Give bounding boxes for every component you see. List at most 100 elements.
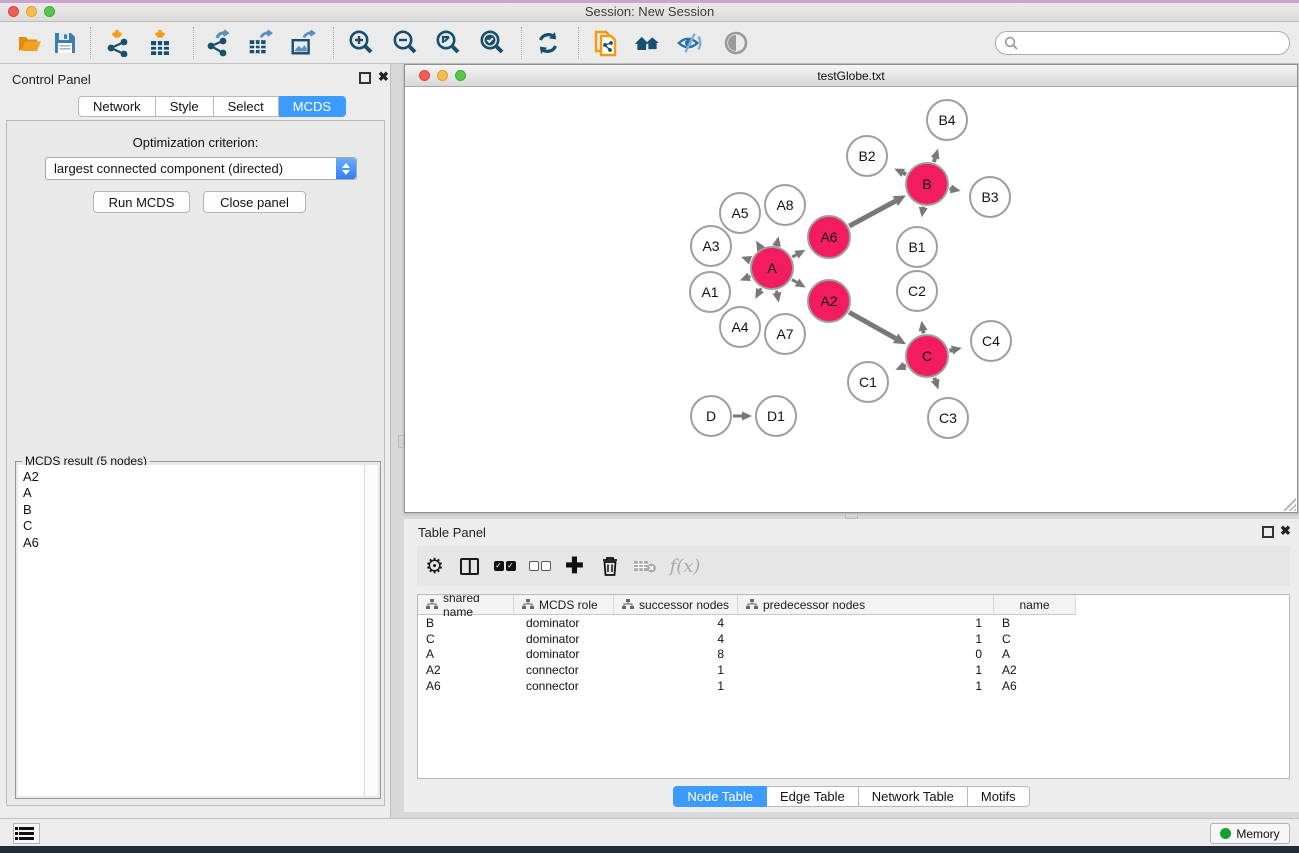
graph-node-A4[interactable]: A4 xyxy=(720,307,760,347)
float-panel-icon[interactable] xyxy=(359,72,371,84)
window-resize-grip[interactable] xyxy=(1283,498,1296,511)
column-header-MCDS-role[interactable]: MCDS role xyxy=(514,595,614,615)
save-session-icon[interactable] xyxy=(51,29,79,57)
home-icon[interactable] xyxy=(633,29,661,57)
tab-style[interactable]: Style xyxy=(156,96,214,117)
export-table-icon[interactable] xyxy=(246,29,274,57)
graph-node-C1[interactable]: C1 xyxy=(848,362,888,402)
edge-A6-B[interactable] xyxy=(849,201,895,226)
graph-node-C[interactable]: C xyxy=(906,335,948,377)
column-header-label: predecessor nodes xyxy=(763,598,865,612)
edge-B-B4[interactable] xyxy=(934,158,935,162)
graph-node-A6[interactable]: A6 xyxy=(808,216,850,258)
graph-node-B2[interactable]: B2 xyxy=(847,136,887,176)
zoom-selected-icon[interactable] xyxy=(478,29,506,57)
import-table-icon[interactable] xyxy=(146,29,174,57)
table-float-panel-icon[interactable] xyxy=(1262,526,1274,538)
graph-node-C2[interactable]: C2 xyxy=(897,271,937,311)
column-header-predecessor-nodes[interactable]: predecessor nodes xyxy=(738,595,994,615)
export-network-icon[interactable] xyxy=(204,29,232,57)
graph-node-A[interactable]: A xyxy=(751,247,793,289)
edge-C-C3[interactable] xyxy=(934,378,935,380)
task-history-list-icon[interactable] xyxy=(13,823,40,844)
mcds-result-scrollbar[interactable] xyxy=(364,465,378,796)
table-row[interactable]: Bdominator41B xyxy=(418,615,1289,631)
search-input[interactable] xyxy=(1018,34,1289,52)
graph-node-A8[interactable]: A8 xyxy=(765,185,805,225)
column-header-name[interactable]: name xyxy=(994,595,1076,615)
network-canvas[interactable]: B4 B2 B B3 A5 A8A6 A3 A B1 A1 C2 A2 A4A7 C4 C C1 C3 D D1 xyxy=(405,87,1297,512)
zoom-in-icon[interactable] xyxy=(347,29,375,57)
graph-node-C4[interactable]: C4 xyxy=(971,321,1011,361)
graph-node-A3[interactable]: A3 xyxy=(691,226,731,266)
column-settings-gear-icon[interactable]: ⚙ xyxy=(417,549,452,583)
edge-A-A2[interactable] xyxy=(792,280,797,283)
optimization-criterion-dropdown[interactable]: largest connected component (directed) xyxy=(45,157,357,180)
close-panel-button[interactable]: Close panel xyxy=(203,191,306,213)
table-row[interactable]: Adominator80A xyxy=(418,647,1289,663)
tab-mcds[interactable]: MCDS xyxy=(279,96,346,117)
graph-node-B[interactable]: B xyxy=(906,163,948,205)
graph-node-B4[interactable]: B4 xyxy=(927,100,967,140)
new-network-from-selection-icon[interactable] xyxy=(592,29,620,57)
mcds-result-item[interactable]: A2 xyxy=(23,469,364,485)
graph-node-B1[interactable]: B1 xyxy=(897,227,937,267)
network-window-titlebar[interactable]: testGlobe.txt xyxy=(405,65,1297,87)
memory-button[interactable]: Memory xyxy=(1210,823,1290,844)
show-columns-icon[interactable] xyxy=(452,549,487,583)
graph-node-D1[interactable]: D1 xyxy=(756,396,796,436)
graph-node-C3[interactable]: C3 xyxy=(928,398,968,438)
table-cell: 1 xyxy=(738,616,994,630)
delete-column-trash-icon[interactable] xyxy=(592,549,627,583)
graph-node-A1[interactable]: A1 xyxy=(690,272,730,312)
export-image-icon[interactable] xyxy=(289,29,317,57)
refresh-icon[interactable] xyxy=(534,29,562,57)
mcds-result-item[interactable]: A6 xyxy=(23,535,364,551)
edge-A-A6[interactable] xyxy=(792,255,796,257)
tab-network-table[interactable]: Network Table xyxy=(859,786,968,807)
edge-A2-C[interactable] xyxy=(849,312,896,338)
open-session-icon[interactable] xyxy=(16,29,44,57)
edge-C-C4[interactable] xyxy=(949,350,952,351)
delete-table-icon[interactable] xyxy=(627,549,662,583)
tab-network[interactable]: Network xyxy=(78,96,156,117)
graph-node-A7[interactable]: A7 xyxy=(765,314,805,354)
edge-A-A1[interactable] xyxy=(749,276,750,277)
function-builder-icon[interactable]: f(x) xyxy=(662,549,708,583)
import-network-icon[interactable] xyxy=(104,29,132,57)
column-header-successor-nodes[interactable]: successor nodes xyxy=(614,595,738,615)
tab-motifs[interactable]: Motifs xyxy=(968,786,1030,807)
zoom-fit-icon[interactable] xyxy=(434,29,462,57)
edge-B-B2[interactable] xyxy=(903,173,906,174)
close-panel-icon[interactable]: ✖ xyxy=(378,70,389,84)
tab-edge-table[interactable]: Edge Table xyxy=(767,786,859,807)
graph-node-D[interactable]: D xyxy=(691,396,731,436)
mcds-result-item[interactable]: C xyxy=(23,518,364,534)
column-header-shared-name[interactable]: shared name xyxy=(418,595,514,615)
edge-arrowhead xyxy=(931,149,940,160)
edge-C-C1[interactable] xyxy=(905,365,906,366)
table-close-panel-icon[interactable]: ✖ xyxy=(1280,524,1291,538)
tab-node-table[interactable]: Node Table xyxy=(673,786,767,807)
mcds-result-item[interactable]: A xyxy=(23,485,364,501)
add-column-icon[interactable]: ✚ xyxy=(557,549,592,583)
table-row[interactable]: Cdominator41C xyxy=(418,631,1289,647)
zoom-out-icon[interactable] xyxy=(391,29,419,57)
edge-A-A4[interactable] xyxy=(760,288,761,290)
show-all-eye-icon[interactable] xyxy=(722,29,750,57)
table-row[interactable]: A6connector11A6 xyxy=(418,678,1289,694)
select-all-checkboxes-icon[interactable]: ✓✓ xyxy=(487,549,522,583)
deselect-all-checkboxes-icon[interactable] xyxy=(522,549,557,583)
mcds-result-item[interactable]: B xyxy=(23,502,364,518)
graph-node-B3[interactable]: B3 xyxy=(970,177,1010,217)
table-row[interactable]: A2connector11A2 xyxy=(418,662,1289,678)
vertical-scroll-thumb[interactable] xyxy=(398,435,404,448)
hide-selected-eye-icon[interactable] xyxy=(676,29,704,57)
svg-text:A5: A5 xyxy=(731,205,748,221)
search-field[interactable] xyxy=(995,31,1290,55)
tab-select[interactable]: Select xyxy=(214,96,279,117)
graph-node-A2[interactable]: A2 xyxy=(808,280,850,322)
run-mcds-button[interactable]: Run MCDS xyxy=(93,191,190,213)
graph-node-A5[interactable]: A5 xyxy=(720,193,760,233)
column-type-icon xyxy=(622,599,634,610)
